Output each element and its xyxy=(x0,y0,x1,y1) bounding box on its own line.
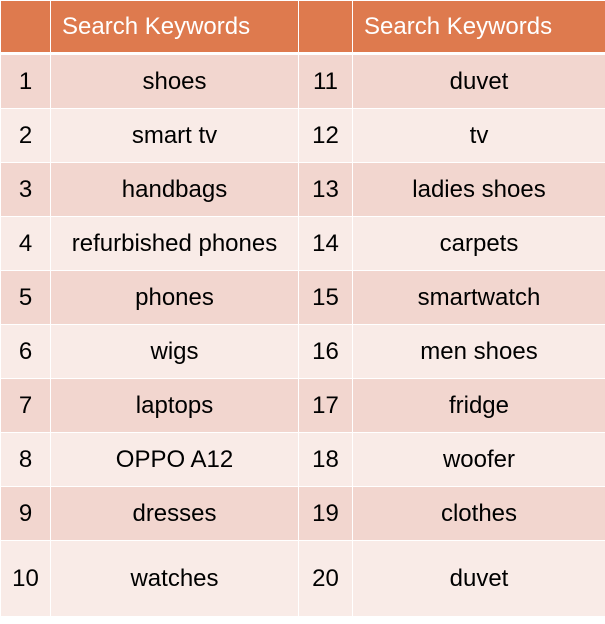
rank-cell: 14 xyxy=(298,216,353,271)
table-row: 6 wigs 16 men shoes xyxy=(0,324,605,379)
keyword-cell: laptops xyxy=(50,378,299,433)
header-keywords-2: Search Keywords xyxy=(352,0,605,55)
keyword-cell: dresses xyxy=(50,486,299,541)
keyword-cell: wigs xyxy=(50,324,299,379)
keyword-cell: woofer xyxy=(352,432,605,487)
keyword-cell: phones xyxy=(50,270,299,325)
table-row: 2 smart tv 12 tv xyxy=(0,108,605,163)
keyword-cell: carpets xyxy=(352,216,605,271)
keyword-cell: watches xyxy=(50,540,299,617)
rank-cell: 20 xyxy=(298,540,353,617)
keyword-cell: shoes xyxy=(50,53,299,109)
table-row: 4 refurbished phones 14 carpets xyxy=(0,216,605,271)
keyword-cell: OPPO A12 xyxy=(50,432,299,487)
keyword-cell: smartwatch xyxy=(352,270,605,325)
keyword-cell: clothes xyxy=(352,486,605,541)
rank-cell: 18 xyxy=(298,432,353,487)
table-row: 10 watches 20 duvet xyxy=(0,540,605,617)
table-row: 3 handbags 13 ladies shoes xyxy=(0,162,605,217)
keyword-cell: duvet xyxy=(352,53,605,109)
rank-cell: 1 xyxy=(0,53,51,109)
rank-cell: 3 xyxy=(0,162,51,217)
rank-cell: 12 xyxy=(298,108,353,163)
keyword-cell: duvet xyxy=(352,540,605,617)
rank-cell: 15 xyxy=(298,270,353,325)
keyword-cell: handbags xyxy=(50,162,299,217)
keyword-cell: tv xyxy=(352,108,605,163)
rank-cell: 5 xyxy=(0,270,51,325)
rank-cell: 11 xyxy=(298,53,353,109)
rank-cell: 9 xyxy=(0,486,51,541)
header-keywords-1: Search Keywords xyxy=(50,0,299,55)
keyword-cell: smart tv xyxy=(50,108,299,163)
rank-cell: 8 xyxy=(0,432,51,487)
table-row: 7 laptops 17 fridge xyxy=(0,378,605,433)
table-row: 8 OPPO A12 18 woofer xyxy=(0,432,605,487)
table-row: 9 dresses 19 clothes xyxy=(0,486,605,541)
rank-cell: 2 xyxy=(0,108,51,163)
keyword-cell: men shoes xyxy=(352,324,605,379)
header-rank-2 xyxy=(298,0,353,55)
table-row: 5 phones 15 smartwatch xyxy=(0,270,605,325)
table-row: 1 shoes 11 duvet xyxy=(0,53,605,109)
rank-cell: 13 xyxy=(298,162,353,217)
header-row: Search Keywords Search Keywords xyxy=(0,0,605,55)
keyword-cell: ladies shoes xyxy=(352,162,605,217)
header-rank-1 xyxy=(0,0,51,55)
rank-cell: 16 xyxy=(298,324,353,379)
rank-cell: 10 xyxy=(0,540,51,617)
rank-cell: 19 xyxy=(298,486,353,541)
rank-cell: 7 xyxy=(0,378,51,433)
keywords-table: Search Keywords Search Keywords 1 shoes 11… xyxy=(0,0,605,617)
keyword-cell: refurbished phones xyxy=(50,216,299,271)
keyword-cell: fridge xyxy=(352,378,605,433)
rank-cell: 17 xyxy=(298,378,353,433)
rank-cell: 4 xyxy=(0,216,51,271)
rank-cell: 6 xyxy=(0,324,51,379)
